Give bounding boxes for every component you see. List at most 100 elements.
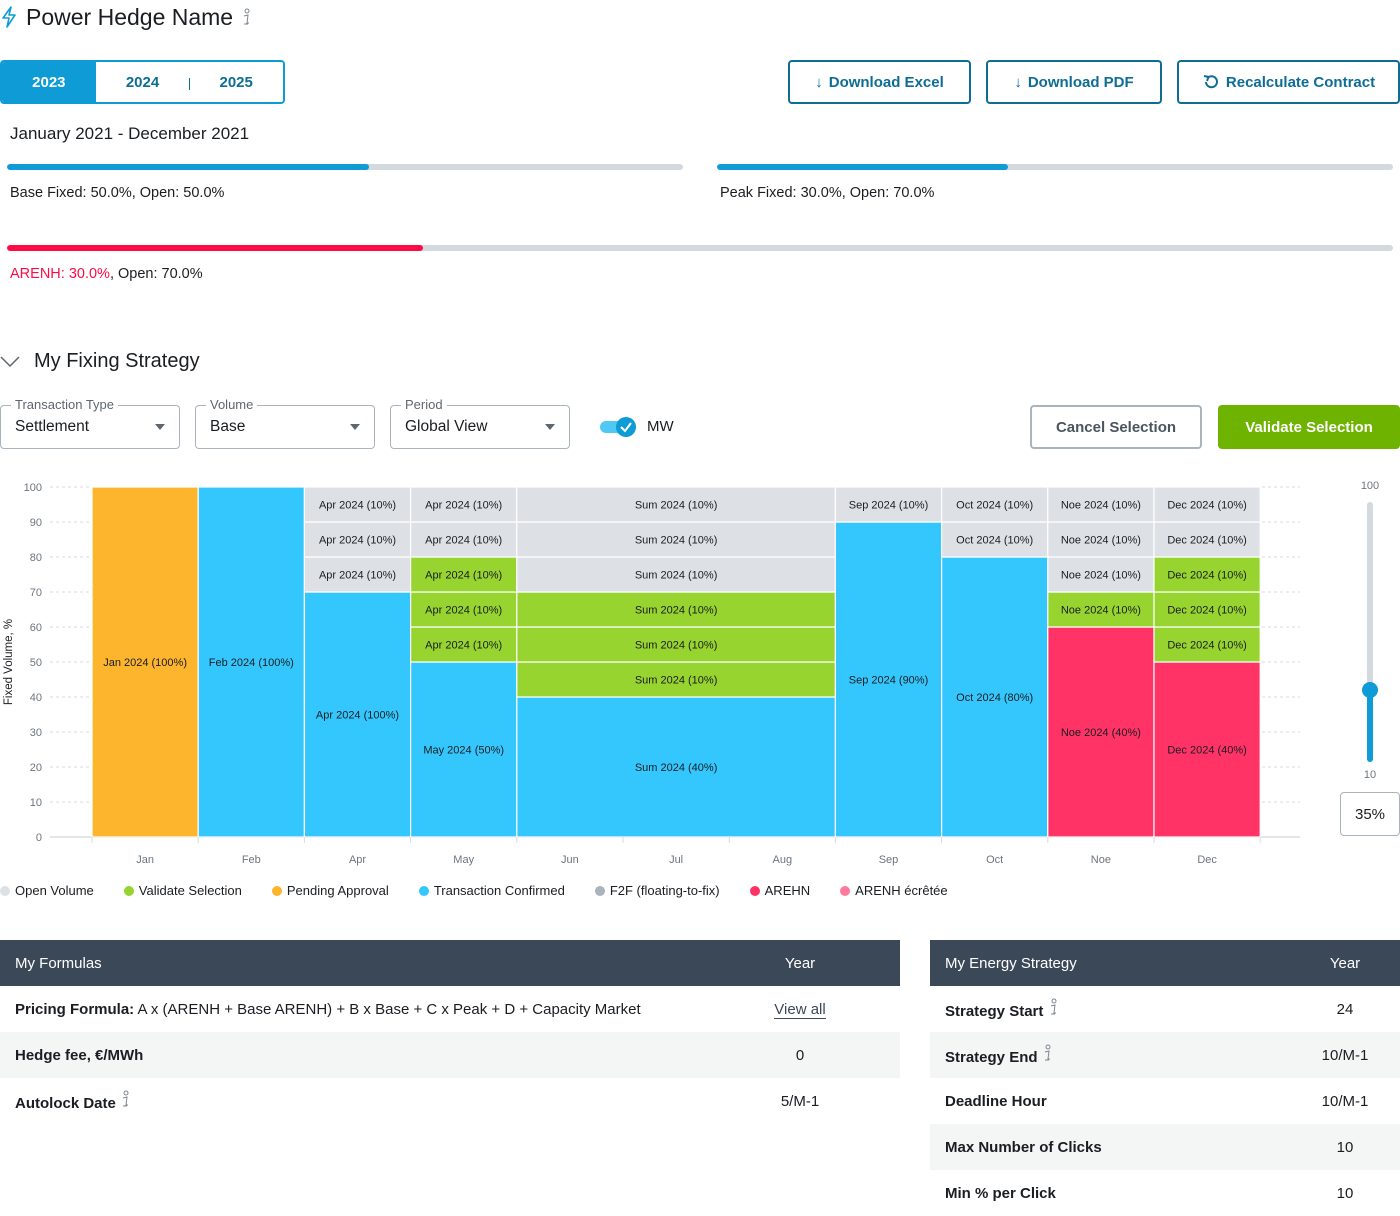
bar-segment-label: Sep 2024 (90%) xyxy=(849,675,929,687)
base-progress-fill xyxy=(7,164,369,170)
legend-item[interactable]: AREHN xyxy=(749,883,811,898)
volume-select[interactable]: Volume Base xyxy=(195,397,375,449)
legend-dot xyxy=(594,885,605,896)
legend-label: ARENH écrêtée xyxy=(855,883,948,898)
base-progress-label: Base Fixed: 50.0%, Open: 50.0% xyxy=(10,185,225,201)
x-tick-label: Feb xyxy=(242,854,261,866)
bar-segment-label: Apr 2024 (10%) xyxy=(425,500,502,512)
bar-segment-label: Noe 2024 (10%) xyxy=(1061,605,1141,617)
y-tick-label: 50 xyxy=(30,657,42,669)
legend-label: Pending Approval xyxy=(286,883,389,898)
autolock-date-value: 5/M-1 xyxy=(700,1078,900,1124)
recalculate-contract-button[interactable]: Recalculate Contract xyxy=(1177,60,1400,104)
arenh-progress-fill xyxy=(7,245,423,251)
bar-segment-label: Apr 2024 (10%) xyxy=(425,605,502,617)
transaction-type-value: Settlement xyxy=(15,418,90,435)
bar-segment-label: Noe 2024 (10%) xyxy=(1061,500,1141,512)
strategy-end-label: Strategy End xyxy=(945,1049,1038,1066)
cancel-selection-button[interactable]: Cancel Selection xyxy=(1030,405,1202,449)
peak-progress-bar xyxy=(717,164,1393,170)
formulas-table: My Formulas Year Pricing Formula: A x (A… xyxy=(0,940,900,1124)
fixing-strategy-header[interactable]: My Fixing Strategy xyxy=(0,350,200,373)
y-tick-label: 0 xyxy=(36,832,42,844)
bar-segment-label: Noe 2024 (10%) xyxy=(1061,570,1141,582)
info-icon[interactable] xyxy=(241,8,251,26)
y-tick-label: 40 xyxy=(30,692,42,704)
info-icon[interactable] xyxy=(1042,1044,1052,1062)
bar-segment-label: Sum 2024 (10%) xyxy=(635,570,718,582)
slider-track[interactable] xyxy=(1362,502,1378,762)
download-excel-button[interactable]: ↓ Download Excel xyxy=(788,60,971,104)
legend-label: AREHN xyxy=(764,883,811,898)
page-title: Power Hedge Name xyxy=(26,3,234,30)
energy-header-year: Year xyxy=(1290,940,1400,986)
bar-segment-label: Dec 2024 (10%) xyxy=(1167,535,1247,547)
deadline-hour-value: 10/M-1 xyxy=(1290,1078,1400,1124)
arenh-progress-label: ARENH: 30.0%, Open: 70.0% xyxy=(10,266,203,282)
legend-label: Validate Selection xyxy=(138,883,242,898)
y-tick-label: 80 xyxy=(30,552,42,564)
period-select[interactable]: Period Global View xyxy=(390,397,570,449)
x-tick-label: May xyxy=(453,854,474,866)
legend-item[interactable]: ARENH écrêtée xyxy=(840,883,948,898)
legend-item[interactable]: Open Volume xyxy=(0,883,94,898)
view-all-link[interactable]: View all xyxy=(774,1000,826,1019)
chart-legend: Open Volume Validate Selection Pending App… xyxy=(0,883,978,898)
y-tick-label: 70 xyxy=(30,587,42,599)
energy-header-title: My Energy Strategy xyxy=(930,940,1290,986)
legend-item[interactable]: F2F (floating-to-fix) xyxy=(594,883,720,898)
bar-segment-label: Oct 2024 (80%) xyxy=(956,692,1033,704)
legend-label: Open Volume xyxy=(15,883,94,898)
min-percent-label: Min % per Click xyxy=(930,1170,1290,1216)
download-pdf-button[interactable]: ↓ Download PDF xyxy=(986,60,1162,104)
slider-min-label: 10 xyxy=(1363,769,1377,781)
transaction-type-select[interactable]: Transaction Type Settlement xyxy=(0,397,180,449)
legend-label: Transaction Confirmed xyxy=(433,883,565,898)
x-tick-label: Jun xyxy=(561,854,579,866)
x-tick-label: Noe xyxy=(1091,854,1111,866)
legend-item[interactable]: Validate Selection xyxy=(123,883,242,898)
bolt-icon xyxy=(2,6,16,28)
bar-segment-label: Sum 2024 (10%) xyxy=(635,535,718,547)
table-row: Hedge fee, €/MWh 0 xyxy=(0,1032,900,1078)
y-tick-label: 90 xyxy=(30,517,42,529)
chevron-down-icon[interactable] xyxy=(0,355,20,368)
mw-toggle[interactable] xyxy=(600,416,638,438)
bar-segment-label: Apr 2024 (10%) xyxy=(425,535,502,547)
strategy-end-value: 10/M-1 xyxy=(1290,1032,1400,1078)
min-percent-value: 10 xyxy=(1290,1170,1400,1216)
legend-item[interactable]: Transaction Confirmed xyxy=(418,883,565,898)
y-tick-label: 10 xyxy=(30,797,42,809)
x-tick-label: Oct xyxy=(986,854,1003,866)
strategy-start-label: Strategy Start xyxy=(945,1003,1044,1020)
table-row: Strategy End 10/M-1 xyxy=(930,1032,1400,1078)
bar-segment-label: Noe 2024 (10%) xyxy=(1061,535,1141,547)
pricing-formula-label: Pricing Formula: xyxy=(15,1000,135,1018)
bar-segment-label: Sum 2024 (10%) xyxy=(635,640,718,652)
volume-label: Volume xyxy=(206,397,258,412)
x-tick-label: Aug xyxy=(773,854,793,866)
fixing-strategy-chart: 0 10 20 30 40 50 60 70 80 90 100 Fixed Volume, % Jan… xyxy=(3,482,1300,866)
info-icon[interactable] xyxy=(120,1090,130,1108)
tab-2023[interactable]: 2023 xyxy=(2,62,96,102)
bar-segment-label: Noe 2024 (40%) xyxy=(1061,727,1141,739)
bar-segment-label: Sum 2024 (10%) xyxy=(635,605,718,617)
legend-label: F2F (floating-to-fix) xyxy=(609,883,720,898)
tab-2025[interactable]: 2025 xyxy=(189,62,283,102)
download-excel-label: Download Excel xyxy=(828,73,944,91)
bar-segment-label: Jan 2024 (100%) xyxy=(103,657,187,669)
info-icon[interactable] xyxy=(1048,998,1058,1016)
slider-fill xyxy=(1367,689,1373,762)
energy-strategy-table: My Energy Strategy Year Strategy Start 2… xyxy=(930,940,1400,1216)
autolock-date-label: Autolock Date xyxy=(15,1095,116,1112)
legend-item[interactable]: Pending Approval xyxy=(271,883,389,898)
slider-value-input[interactable]: 35% xyxy=(1340,792,1400,836)
legend-dot xyxy=(840,885,851,896)
bar-segment-label: Apr 2024 (10%) xyxy=(425,570,502,582)
validate-selection-button[interactable]: Validate Selection xyxy=(1218,405,1400,449)
autolock-date-cell: Autolock Date xyxy=(0,1078,700,1124)
tab-2024[interactable]: 2024 xyxy=(95,62,190,102)
slider-thumb[interactable] xyxy=(1362,681,1378,698)
bar-segment-label: Apr 2024 (100%) xyxy=(316,710,399,722)
peak-progress-label: Peak Fixed: 30.0%, Open: 70.0% xyxy=(720,185,935,201)
